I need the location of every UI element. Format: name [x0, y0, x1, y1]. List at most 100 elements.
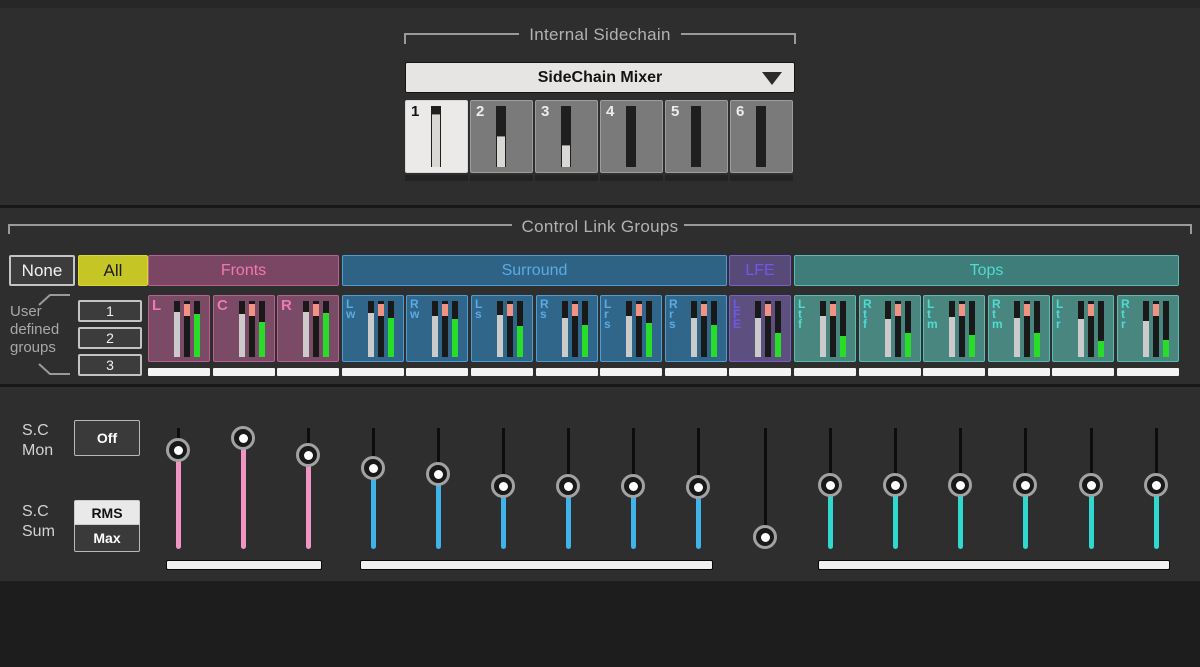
group-header-tops[interactable]: Tops	[794, 255, 1179, 286]
sidechain-channel-meter-fill	[562, 145, 570, 167]
channel-cell-lfe[interactable]: LFE	[729, 295, 791, 362]
input-meter	[497, 301, 503, 357]
gain-meter-fill	[969, 335, 975, 357]
sidechain-channel-meter	[691, 106, 701, 167]
sidechain-channel-tile[interactable]: 5	[665, 100, 728, 173]
slider-knob-rtm[interactable]	[1013, 473, 1037, 497]
slider-knob-lfe[interactable]	[753, 525, 777, 549]
slider-knob-l[interactable]	[166, 438, 190, 462]
input-meter-fill	[174, 312, 180, 357]
group-header-surround[interactable]: Surround	[342, 255, 727, 286]
channel-cell-ltr[interactable]: Ltr	[1052, 295, 1114, 362]
input-meter-fill	[885, 319, 891, 357]
gain-meter-fill	[840, 336, 846, 357]
slider-group-bar-surround[interactable]	[360, 560, 713, 570]
sc-mon-off-button[interactable]: Off	[74, 420, 140, 456]
channel-cell-rtr[interactable]: Rtr	[1117, 295, 1179, 362]
sc-sum-rms-button[interactable]: RMS	[74, 500, 140, 525]
slider-knob-lrs[interactable]	[621, 474, 645, 498]
user-group-button-3[interactable]: 3	[78, 354, 142, 376]
slider-knob-ltr[interactable]	[1079, 473, 1103, 497]
channel-cell-r[interactable]: R	[277, 295, 339, 362]
channel-cell-l[interactable]: L	[148, 295, 210, 362]
peak-meter-segment	[1024, 304, 1030, 315]
channel-label: Ltf	[798, 299, 805, 329]
slider-knob-ls[interactable]	[491, 474, 515, 498]
input-meter	[820, 301, 826, 357]
group-header-lfe[interactable]: LFE	[729, 255, 791, 286]
sidechain-mixer-panel: Internal Sidechain SideChain Mixer 12345…	[0, 0, 1200, 667]
channel-cell-c[interactable]: C	[213, 295, 275, 362]
slider-knob-c[interactable]	[231, 426, 255, 450]
channel-cell-rtf[interactable]: Rtf	[859, 295, 921, 362]
tile-shadow	[730, 175, 793, 181]
slider-knob-rs[interactable]	[556, 474, 580, 498]
channel-cell-ls[interactable]: Ls	[471, 295, 533, 362]
input-meter	[626, 301, 632, 357]
user-group-button-1[interactable]: 1	[78, 300, 142, 322]
sc-sum-label-line: Sum	[22, 522, 55, 542]
input-meter-fill	[368, 313, 374, 357]
input-meter	[755, 301, 761, 357]
channel-label: C	[217, 297, 228, 314]
slider-knob-rrs[interactable]	[686, 475, 710, 499]
group-header-fronts[interactable]: Fronts	[148, 255, 339, 286]
peak-meter	[572, 301, 578, 357]
channel-label: R	[281, 297, 292, 314]
slider-knob-rw[interactable]	[426, 462, 450, 486]
user-group-button-2[interactable]: 2	[78, 327, 142, 349]
sidechain-channel-tile[interactable]: 6	[730, 100, 793, 173]
sc-sum-label-line: S.C	[22, 502, 55, 522]
input-meter	[239, 301, 245, 357]
slider-knob-dot	[826, 481, 835, 490]
channel-cell-lrs[interactable]: Lrs	[600, 295, 662, 362]
channel-cell-rs[interactable]: Rs	[536, 295, 598, 362]
gain-meter	[582, 301, 588, 357]
channel-cell-rrs[interactable]: Rrs	[665, 295, 727, 362]
slider-knob-ltf[interactable]	[818, 473, 842, 497]
all-button[interactable]: All	[78, 255, 148, 286]
sc-mon-label: S.C Mon	[22, 421, 53, 461]
control-link-groups-title: Control Link Groups	[8, 217, 1192, 237]
channel-cell-rw[interactable]: Rw	[406, 295, 468, 362]
gain-meter	[646, 301, 652, 357]
slider-knob-r[interactable]	[296, 443, 320, 467]
input-meter	[303, 301, 309, 357]
tile-shadow	[600, 175, 663, 181]
sidechain-channel-tile[interactable]: 2	[470, 100, 533, 173]
slider-fill	[241, 438, 246, 549]
channel-underline-bar	[859, 368, 921, 376]
sidechain-channel-tile[interactable]: 3	[535, 100, 598, 173]
slider-knob-ltm[interactable]	[948, 473, 972, 497]
gain-meter-fill	[711, 325, 717, 357]
slider-group-bar-fronts[interactable]	[166, 560, 322, 570]
peak-meter	[442, 301, 448, 357]
slider-knob-dot	[369, 464, 378, 473]
slider-knob-rtf[interactable]	[883, 473, 907, 497]
sidechain-channel-tile[interactable]: 4	[600, 100, 663, 173]
sidechain-channel-meter-fill	[497, 136, 505, 168]
slider-knob-rtr[interactable]	[1144, 473, 1168, 497]
slider-knob-lw[interactable]	[361, 456, 385, 480]
sidechain-mixer-dropdown[interactable]: SideChain Mixer	[405, 62, 795, 93]
none-button[interactable]: None	[9, 255, 75, 286]
channel-cell-rtm[interactable]: Rtm	[988, 295, 1050, 362]
slider-group-bar-tops[interactable]	[818, 560, 1170, 570]
peak-meter	[1153, 301, 1159, 357]
tile-shadow	[470, 175, 533, 181]
gain-meter	[259, 301, 265, 357]
peak-meter	[313, 301, 319, 357]
peak-meter	[184, 301, 190, 357]
slider-knob-dot	[891, 481, 900, 490]
input-meter-fill	[432, 316, 438, 357]
channel-cell-ltf[interactable]: Ltf	[794, 295, 856, 362]
sidechain-channel-meter	[626, 106, 636, 167]
channel-cell-ltm[interactable]: Ltm	[923, 295, 985, 362]
slider-knob-dot	[1021, 481, 1030, 490]
sc-sum-max-button[interactable]: Max	[74, 525, 140, 552]
channel-label: Rtm	[992, 299, 1003, 329]
input-meter	[691, 301, 697, 357]
sidechain-channel-tile[interactable]: 1	[405, 100, 468, 173]
channel-cell-lw[interactable]: Lw	[342, 295, 404, 362]
sidechain-channel-meter	[756, 106, 766, 167]
